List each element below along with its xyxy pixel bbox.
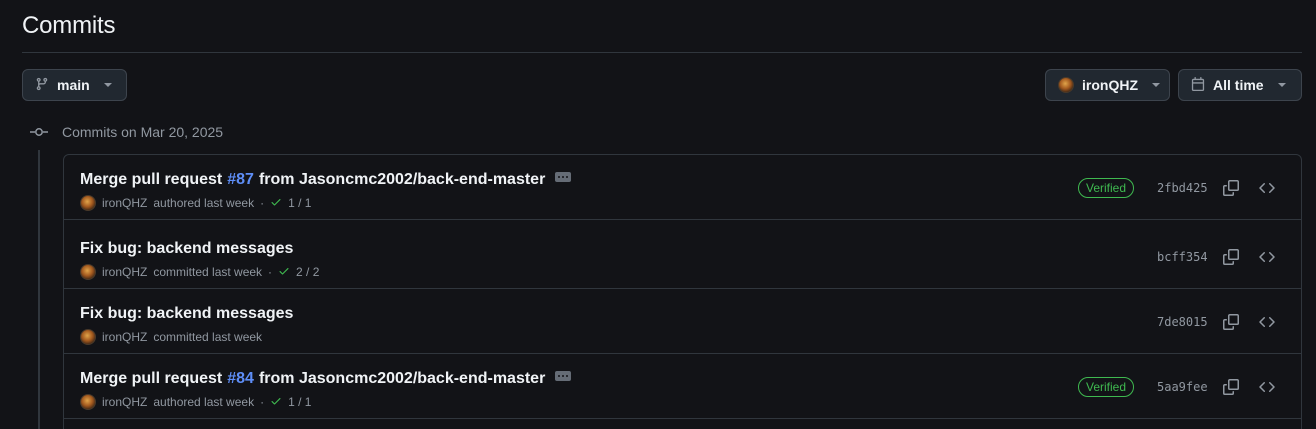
- commit-title-suffix[interactable]: from Jasoncmc2002/back-end-master: [259, 370, 545, 388]
- pull-request-link[interactable]: #87: [227, 171, 254, 189]
- commit-sha[interactable]: 2fbd425: [1157, 181, 1208, 195]
- author-filter-label: ironQHZ: [1082, 77, 1138, 93]
- commit-title[interactable]: Fix bug: backend messages: [80, 240, 293, 258]
- avatar[interactable]: [80, 394, 96, 410]
- copy-icon[interactable]: [1221, 178, 1241, 198]
- time-filter-label: All time: [1213, 77, 1264, 93]
- page-title: Commits: [22, 12, 116, 39]
- commit-row: Merge pull request #84 from Jasoncmc2002…: [64, 354, 1301, 419]
- git-commit-icon: [30, 124, 48, 140]
- commit-row: Merge pull request #87 from Jasoncmc2002…: [64, 155, 1301, 220]
- commit-list: Merge pull request #87 from Jasoncmc2002…: [63, 154, 1302, 429]
- code-icon[interactable]: [1257, 377, 1277, 397]
- checks-status[interactable]: 1 / 1: [288, 395, 311, 409]
- copy-icon[interactable]: [1221, 312, 1241, 332]
- commits-page: Commits main ironQHZ All time Commits on…: [0, 0, 1316, 429]
- git-branch-icon: [35, 77, 49, 94]
- branch-selector-button[interactable]: main: [22, 69, 127, 101]
- copy-icon[interactable]: [1221, 247, 1241, 267]
- meta-separator: ·: [268, 265, 273, 279]
- commit-title-prefix[interactable]: Merge pull request: [80, 171, 222, 189]
- commit-meta: ironQHZ authored last week · 1 / 1: [80, 394, 311, 410]
- check-icon[interactable]: [270, 395, 282, 410]
- commit-title-prefix[interactable]: Fix bug: backend messages: [80, 305, 293, 323]
- expand-message-button[interactable]: [555, 371, 572, 381]
- author-avatar: [1058, 77, 1074, 93]
- meta-separator: ·: [260, 395, 265, 409]
- check-icon[interactable]: [270, 196, 282, 211]
- checks-status[interactable]: 2 / 2: [296, 265, 319, 279]
- commit-meta: ironQHZ authored last week · 1 / 1: [80, 195, 311, 211]
- commit-group-heading: Commits on Mar 20, 2025: [62, 124, 224, 140]
- avatar[interactable]: [80, 329, 96, 345]
- commit-author[interactable]: ironQHZ: [102, 196, 147, 210]
- time-filter-button[interactable]: All time: [1178, 69, 1302, 101]
- caret-down-icon: [1277, 83, 1286, 87]
- commit-author[interactable]: ironQHZ: [102, 330, 147, 344]
- commit-meta: ironQHZ committed last week: [80, 329, 262, 345]
- timeline-line: [38, 150, 40, 429]
- commit-author[interactable]: ironQHZ: [102, 265, 147, 279]
- commit-title[interactable]: Merge pull request #84 from Jasoncmc2002…: [80, 370, 572, 388]
- expand-message-button[interactable]: [555, 172, 572, 182]
- commit-row: Fix bug: backend messages ironQHZ commit…: [64, 289, 1301, 354]
- code-icon[interactable]: [1257, 178, 1277, 198]
- commit-title-prefix[interactable]: Fix bug: backend messages: [80, 240, 293, 258]
- commit-meta: ironQHZ committed last week · 2 / 2: [80, 264, 319, 280]
- verified-badge[interactable]: Verified: [1078, 377, 1135, 397]
- checks-status[interactable]: 1 / 1: [288, 196, 311, 210]
- commit-author[interactable]: ironQHZ: [102, 395, 147, 409]
- pull-request-link[interactable]: #84: [227, 370, 254, 388]
- branch-label: main: [57, 77, 90, 93]
- calendar-icon: [1191, 76, 1205, 94]
- meta-separator: ·: [260, 196, 265, 210]
- title-divider: [22, 52, 1302, 53]
- verified-badge[interactable]: Verified: [1078, 178, 1135, 198]
- avatar[interactable]: [80, 195, 96, 211]
- commit-title[interactable]: Merge pull request #87 from Jasoncmc2002…: [80, 171, 572, 189]
- commit-action: authored last week: [153, 196, 255, 210]
- commit-action: committed last week: [153, 265, 263, 279]
- commit-row: Fix bug: backend messages ironQHZ commit…: [64, 224, 1301, 289]
- commit-action: authored last week: [153, 395, 255, 409]
- author-filter-button[interactable]: ironQHZ: [1045, 69, 1170, 101]
- commit-title[interactable]: Fix bug: backend messages: [80, 305, 293, 323]
- code-icon[interactable]: [1257, 247, 1277, 267]
- caret-down-icon: [103, 83, 112, 87]
- commit-action: committed last week: [153, 330, 263, 344]
- code-icon[interactable]: [1257, 312, 1277, 332]
- copy-icon[interactable]: [1221, 377, 1241, 397]
- commit-sha[interactable]: bcff354: [1157, 250, 1208, 264]
- commit-title-prefix[interactable]: Merge pull request: [80, 370, 222, 388]
- caret-down-icon: [1152, 83, 1160, 87]
- commit-sha[interactable]: 5aa9fee: [1157, 380, 1208, 394]
- commit-title-suffix[interactable]: from Jasoncmc2002/back-end-master: [259, 171, 545, 189]
- avatar[interactable]: [80, 264, 96, 280]
- commit-sha[interactable]: 7de8015: [1157, 315, 1208, 329]
- check-icon[interactable]: [278, 265, 290, 280]
